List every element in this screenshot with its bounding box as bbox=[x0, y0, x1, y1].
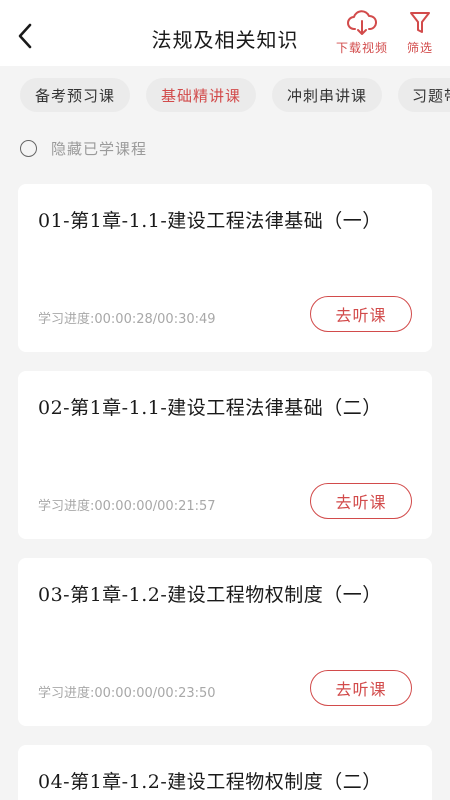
course-card[interactable]: 01-第1章-1.1-建设工程法律基础（一） 学习进度:00:00:28/00:… bbox=[18, 184, 432, 352]
download-video-label: 下载视频 bbox=[336, 41, 389, 55]
course-title: 03-第1章-1.2-建设工程物权制度（一） bbox=[38, 584, 382, 606]
course-progress: 学习进度:00:00:00/00:21:57 bbox=[38, 499, 216, 514]
course-card[interactable]: 04-第1章-1.2-建设工程物权制度（二） bbox=[18, 745, 432, 800]
course-card[interactable]: 03-第1章-1.2-建设工程物权制度（一） 学习进度:00:00:00/00:… bbox=[18, 558, 432, 726]
filter-button[interactable]: 筛选 bbox=[407, 10, 433, 56]
go-listen-button[interactable]: 去听课 bbox=[310, 483, 412, 519]
tab-exercise-course[interactable]: 习题带 bbox=[398, 78, 450, 112]
filter-label: 筛选 bbox=[407, 41, 434, 55]
course-progress: 学习进度:00:00:00/00:23:50 bbox=[38, 686, 216, 701]
course-title: 02-第1章-1.1-建设工程法律基础（二） bbox=[38, 397, 382, 419]
course-type-tabs: 备考预习课 基础精讲课 冲刺串讲课 习题带 bbox=[0, 74, 450, 116]
top-bar: 法规及相关知识 下载视频 筛选 bbox=[0, 0, 450, 66]
course-title: 04-第1章-1.2-建设工程物权制度（二） bbox=[38, 771, 382, 793]
download-video-button[interactable]: 下载视频 bbox=[336, 10, 388, 56]
tab-foundation-course[interactable]: 基础精讲课 bbox=[146, 78, 256, 112]
hide-learned-label: 隐藏已学课程 bbox=[51, 140, 148, 158]
course-progress: 学习进度:00:00:28/00:30:49 bbox=[38, 312, 216, 327]
hide-learned-toggle[interactable]: 隐藏已学课程 bbox=[20, 138, 147, 159]
tab-prep-course[interactable]: 备考预习课 bbox=[20, 78, 130, 112]
tab-sprint-course[interactable]: 冲刺串讲课 bbox=[272, 78, 382, 112]
funnel-icon bbox=[410, 12, 430, 33]
course-title: 01-第1章-1.1-建设工程法律基础（一） bbox=[38, 210, 382, 232]
hide-learned-radio[interactable] bbox=[20, 140, 37, 157]
cloud-download-icon bbox=[347, 10, 377, 35]
go-listen-button[interactable]: 去听课 bbox=[310, 670, 412, 706]
course-card[interactable]: 02-第1章-1.1-建设工程法律基础（二） 学习进度:00:00:00/00:… bbox=[18, 371, 432, 539]
go-listen-button[interactable]: 去听课 bbox=[310, 296, 412, 332]
